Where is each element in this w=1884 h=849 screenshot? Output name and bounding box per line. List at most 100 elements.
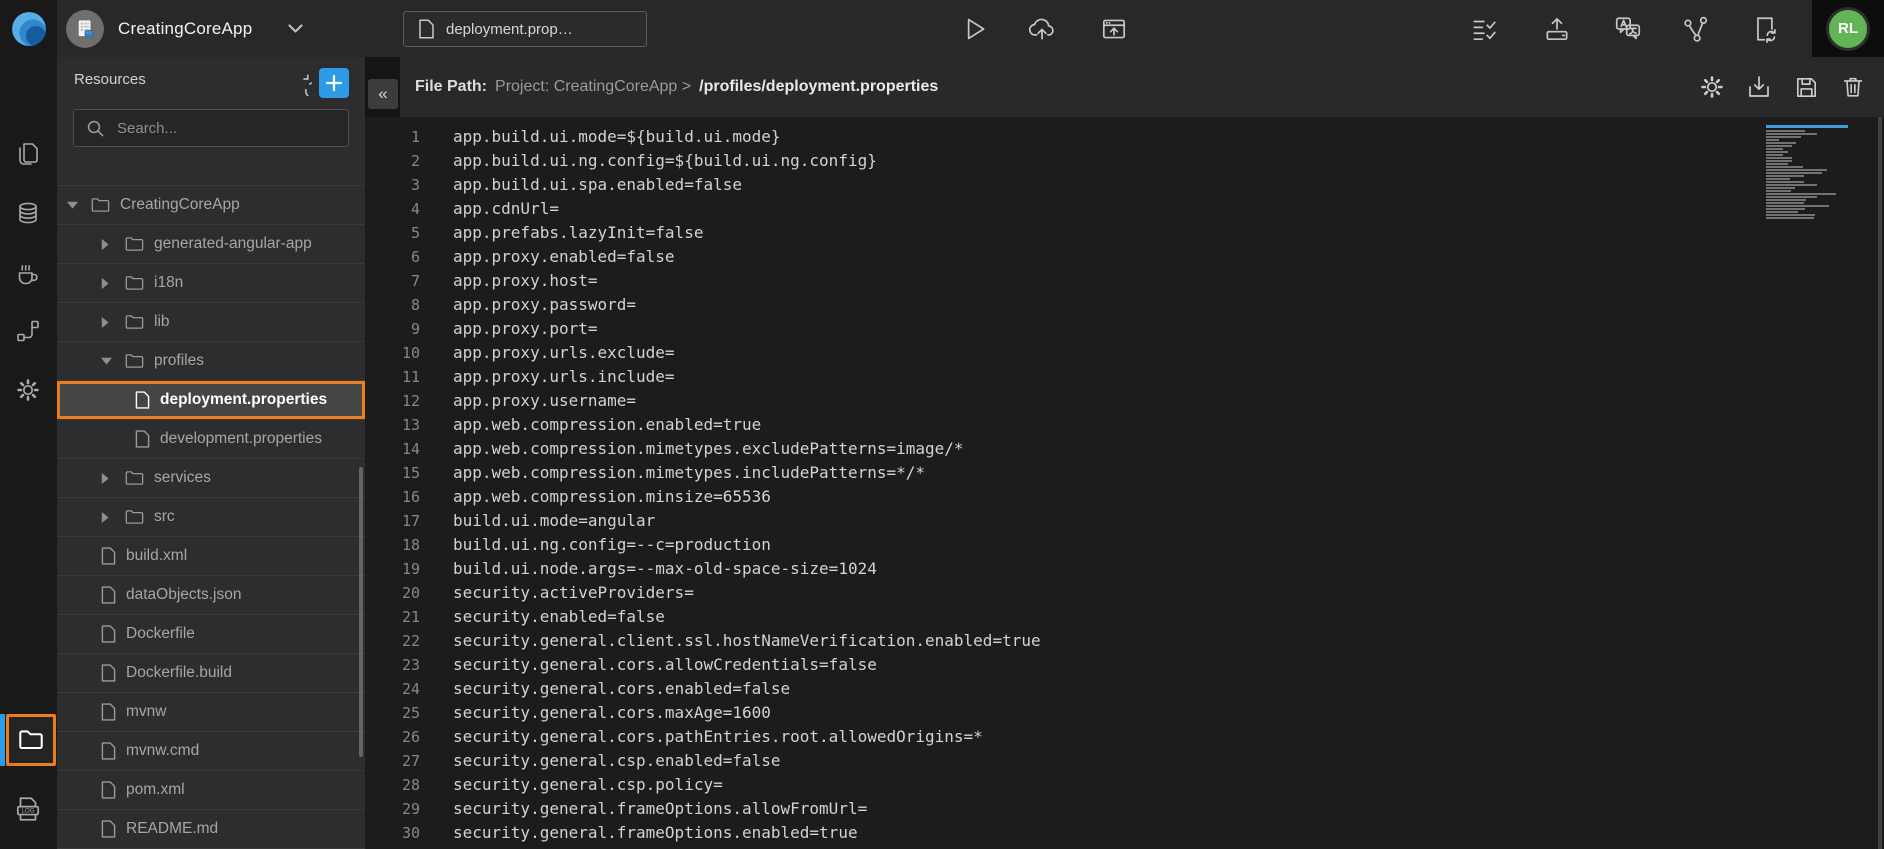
code-line-4[interactable]: 4app.cdnUrl=	[365, 197, 1884, 221]
minimap-viewport[interactable]	[1766, 125, 1848, 128]
tree-item-readme-md[interactable]: README.md	[57, 810, 365, 849]
action-doc-sync-button[interactable]	[1748, 11, 1784, 47]
tree-item-development-properties[interactable]: development.properties	[57, 420, 365, 459]
minimap-line	[1766, 175, 1804, 177]
file-icon	[101, 586, 116, 604]
code-line-17[interactable]: 17build.ui.mode=angular	[365, 509, 1884, 533]
caret-right-icon[interactable]	[101, 473, 125, 484]
tree-item-lib[interactable]: lib	[57, 303, 365, 342]
code-line-9[interactable]: 9app.proxy.port=	[365, 317, 1884, 341]
code-line-20[interactable]: 20security.activeProviders=	[365, 581, 1884, 605]
chevron-down-icon[interactable]	[288, 24, 303, 34]
breadcrumb-project: Project: CreatingCoreApp >	[495, 78, 691, 96]
minimap-line	[1766, 139, 1779, 141]
action-window-preview-button[interactable]	[1096, 11, 1132, 47]
rail-item-logs[interactable]: LOG	[8, 789, 48, 829]
tree-item-creatingcoreapp[interactable]: CreatingCoreApp	[57, 186, 365, 225]
code-line-27[interactable]: 27security.general.csp.enabled=false	[365, 749, 1884, 773]
code-line-12[interactable]: 12app.proxy.username=	[365, 389, 1884, 413]
collapse-panel-button[interactable]: «	[368, 79, 398, 109]
caret-right-icon[interactable]	[101, 317, 125, 328]
tree-item-mvnw[interactable]: mvnw	[57, 693, 365, 732]
code-line-3[interactable]: 3app.build.ui.spa.enabled=false	[365, 173, 1884, 197]
rail-item-java-service[interactable]	[8, 254, 48, 294]
tree-item-build-xml[interactable]: build.xml	[57, 537, 365, 576]
add-resource-button[interactable]	[319, 68, 349, 98]
action-checklist-button[interactable]	[1467, 11, 1503, 47]
code-line-7[interactable]: 7app.proxy.host=	[365, 269, 1884, 293]
code-line-15[interactable]: 15app.web.compression.mimetypes.includeP…	[365, 461, 1884, 485]
code-line-14[interactable]: 14app.web.compression.mimetypes.excludeP…	[365, 437, 1884, 461]
tree-item-services[interactable]: services	[57, 459, 365, 498]
code-line-10[interactable]: 10app.proxy.urls.exclude=	[365, 341, 1884, 365]
action-cloud-upload-button[interactable]	[1024, 11, 1060, 47]
code-line-24[interactable]: 24security.general.cors.enabled=false	[365, 677, 1884, 701]
code-line-19[interactable]: 19build.ui.node.args=--max-old-space-siz…	[365, 557, 1884, 581]
code-line-23[interactable]: 23security.general.cors.allowCredentials…	[365, 653, 1884, 677]
rail-item-pages[interactable]	[8, 134, 48, 174]
action-play-button[interactable]	[956, 11, 992, 47]
code-line-21[interactable]: 21security.enabled=false	[365, 605, 1884, 629]
action-export-box-button[interactable]	[1539, 11, 1575, 47]
code-line-13[interactable]: 13app.web.compression.enabled=true	[365, 413, 1884, 437]
code-editor[interactable]: 1app.build.ui.mode=${build.ui.mode}2app.…	[365, 117, 1884, 849]
caret-down-icon[interactable]	[101, 357, 125, 365]
code-line-16[interactable]: 16app.web.compression.minsize=65536	[365, 485, 1884, 509]
code-line-8[interactable]: 8app.proxy.password=	[365, 293, 1884, 317]
minimap[interactable]	[1766, 125, 1848, 220]
code-line-1[interactable]: 1app.build.ui.mode=${build.ui.mode}	[365, 125, 1884, 149]
code-line-26[interactable]: 26security.general.cors.pathEntries.root…	[365, 725, 1884, 749]
line-content: security.general.cors.pathEntries.root.a…	[420, 725, 983, 749]
search-input[interactable]	[115, 119, 336, 138]
rail-item-database[interactable]	[8, 193, 48, 233]
rail-item-settings[interactable]	[8, 370, 48, 410]
tree-item-mvnw-cmd[interactable]: mvnw.cmd	[57, 732, 365, 771]
code-line-6[interactable]: 6app.proxy.enabled=false	[365, 245, 1884, 269]
editor-scrollbar[interactable]	[1878, 117, 1882, 849]
code-line-28[interactable]: 28security.general.csp.policy=	[365, 773, 1884, 797]
brand-logo[interactable]	[0, 0, 57, 57]
code-line-30[interactable]: 30security.general.frameOptions.enabled=…	[365, 821, 1884, 845]
code-line-25[interactable]: 25security.general.cors.maxAge=1600	[365, 701, 1884, 725]
action-translate-button[interactable]	[1610, 11, 1646, 47]
caret-right-icon[interactable]	[101, 512, 125, 523]
tree-item-dockerfile[interactable]: Dockerfile	[57, 615, 365, 654]
process-connector-icon	[14, 317, 42, 345]
file-icon	[101, 664, 116, 682]
tree-item-src[interactable]: src	[57, 498, 365, 537]
action-share-button[interactable]	[1678, 11, 1714, 47]
code-line-11[interactable]: 11app.proxy.urls.include=	[365, 365, 1884, 389]
minimap-line	[1766, 178, 1790, 180]
code-line-2[interactable]: 2app.build.ui.ng.config=${build.ui.ng.co…	[365, 149, 1884, 173]
refresh-icon[interactable]	[285, 69, 315, 99]
tree-item-dockerfile-build[interactable]: Dockerfile.build	[57, 654, 365, 693]
project-switcher[interactable]: CreatingCoreApp	[66, 0, 303, 57]
tree-item-generated-angular-app[interactable]: generated-angular-app	[57, 225, 365, 264]
tree-item-profiles[interactable]: profiles	[57, 342, 365, 381]
caret-right-icon[interactable]	[101, 239, 125, 250]
rail-item-file-explorer[interactable]	[6, 714, 56, 766]
settings-gear-icon[interactable]	[1695, 70, 1729, 104]
minimap-line	[1766, 151, 1788, 153]
save-icon[interactable]	[1789, 70, 1823, 104]
tree-item-pom-xml[interactable]: pom.xml	[57, 771, 365, 810]
tree-item-i18n[interactable]: i18n	[57, 264, 365, 303]
file-icon	[101, 820, 116, 838]
line-content: app.proxy.host=	[420, 269, 598, 293]
code-line-29[interactable]: 29security.general.frameOptions.allowFro…	[365, 797, 1884, 821]
code-line-18[interactable]: 18build.ui.ng.config=--c=production	[365, 533, 1884, 557]
tree-item-dataobjects-json[interactable]: dataObjects.json	[57, 576, 365, 615]
code-line-22[interactable]: 22security.general.client.ssl.hostNameVe…	[365, 629, 1884, 653]
user-avatar[interactable]: RL	[1826, 7, 1870, 51]
tree-scrollbar[interactable]	[359, 467, 363, 757]
tree-item-deployment-properties[interactable]: deployment.properties	[57, 381, 365, 420]
caret-down-icon[interactable]	[67, 201, 91, 209]
line-number: 22	[365, 629, 420, 653]
caret-right-icon[interactable]	[101, 278, 125, 289]
rail-item-process-connector[interactable]	[8, 311, 48, 351]
line-content: build.ui.mode=angular	[420, 509, 655, 533]
code-line-5[interactable]: 5app.prefabs.lazyInit=false	[365, 221, 1884, 245]
download-icon[interactable]	[1742, 70, 1776, 104]
delete-trash-icon[interactable]	[1836, 70, 1870, 104]
open-file-tab[interactable]: deployment.prop…	[403, 11, 647, 47]
